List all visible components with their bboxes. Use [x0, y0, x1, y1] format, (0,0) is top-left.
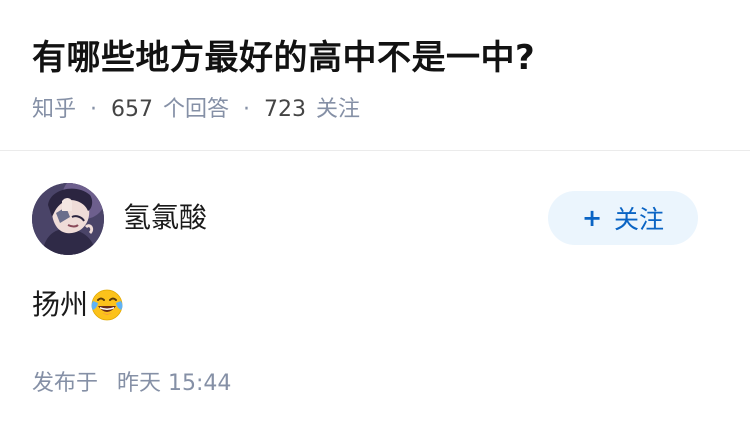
- publish-time: 昨天 15:44: [117, 371, 232, 396]
- answer-count: 657: [111, 97, 154, 122]
- author-row: 氢氯酸 + 关注: [32, 183, 718, 257]
- answer-text: 扬州: [32, 288, 89, 321]
- question-header: 有哪些地方最好的高中不是一中? 知乎 · 657 个回答 · 723 关注: [0, 0, 750, 151]
- publish-info: 发布于 昨天 15:44: [32, 367, 231, 401]
- follow-button[interactable]: + 关注: [548, 191, 698, 245]
- author-avatar[interactable]: [32, 183, 104, 255]
- publish-label: 发布于: [32, 371, 99, 396]
- question-title[interactable]: 有哪些地方最好的高中不是一中?: [32, 33, 535, 83]
- author-name[interactable]: 氢氯酸: [123, 198, 207, 238]
- face-with-tears-of-joy-icon: [91, 289, 123, 321]
- meta-separator: ·: [243, 97, 251, 122]
- source-label[interactable]: 知乎: [32, 92, 76, 128]
- question-meta: 知乎 · 657 个回答 · 723 关注: [32, 92, 360, 128]
- page: 有哪些地方最好的高中不是一中? 知乎 · 657 个回答 · 723 关注 氢氯…: [0, 0, 750, 434]
- plus-icon: +: [581, 204, 603, 232]
- answer-count-label: 个回答: [163, 97, 230, 122]
- follow-button-label: 关注: [614, 205, 665, 234]
- follower-count: 723: [264, 97, 307, 122]
- avatar-image-icon: [32, 183, 104, 255]
- follower-count-label: 关注: [316, 97, 361, 122]
- answer-content[interactable]: 扬州: [32, 285, 124, 325]
- meta-separator: ·: [90, 97, 98, 122]
